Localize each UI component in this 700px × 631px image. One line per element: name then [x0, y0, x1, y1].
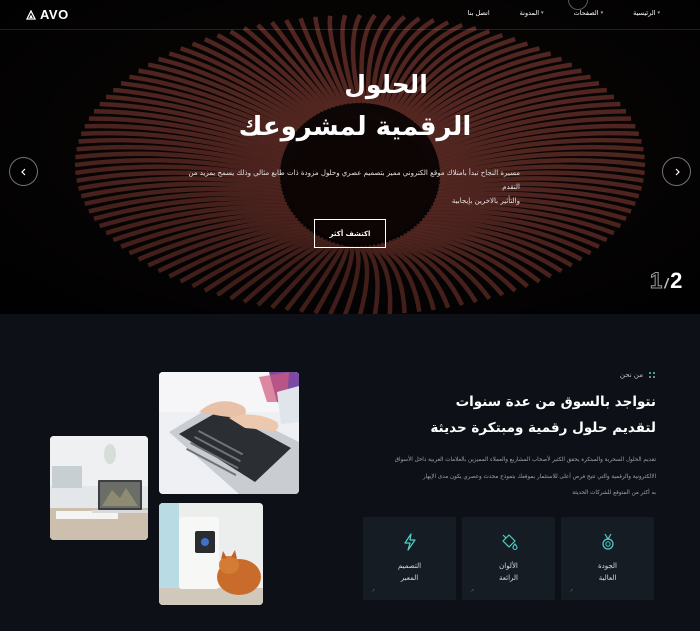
laptop-typing-photo — [159, 372, 299, 494]
slide-counter: 1 / 2 — [649, 268, 683, 294]
paint-bucket-icon — [502, 534, 518, 551]
chevron-down-icon: ▾ — [657, 10, 660, 16]
feature-label: الجودة العالية — [561, 560, 654, 584]
slide-counter-separator: / — [664, 275, 669, 291]
main-nav: الرئيسية ▾ الصفحات ▾ المدونة ▾ اتصل بنا — [468, 9, 660, 17]
nav-item-label: اتصل بنا — [467, 9, 490, 17]
chevron-down-icon: ▾ — [600, 10, 604, 16]
hero-description-line1: مسيرة النجاح تبدأ بامتلاك موقع الكتروني … — [188, 169, 520, 191]
hero-title-line1: الحلول — [344, 70, 428, 99]
hero-description-line2: والتأثير بالاخرين بإيجابية — [451, 197, 520, 205]
nav-item-contact[interactable]: اتصل بنا — [468, 9, 490, 17]
hero-title-line2: الرقمية لمشروعك — [238, 112, 472, 142]
nav-item-home[interactable]: الرئيسية ▾ — [633, 9, 660, 17]
about-description-line3: به أكثر من المتوقع للشركات الحديثة — [572, 490, 656, 496]
hero-description: مسيرة النجاح تبدأ بامتلاك موقع الكتروني … — [180, 166, 520, 208]
medal-icon — [602, 533, 614, 550]
site-header: AVO الرئيسية ▾ الصفحات ▾ المدونة ▾ اتصل … — [0, 0, 700, 30]
about-description-line1: تقديم الحلول السحرية والمبتكرة يحقق الكث… — [394, 457, 656, 463]
living-room-photo — [50, 436, 148, 540]
feature-card-colors[interactable]: الألوان الرائعة ↗ — [462, 517, 555, 600]
arrow-icon: ↗ — [470, 588, 475, 594]
arrow-icon: ↗ — [569, 588, 574, 594]
brand-logo[interactable]: AVO — [26, 7, 69, 22]
feature-label: الألوان الرائعة — [462, 560, 555, 584]
nav-item-label: الصفحات — [573, 9, 599, 17]
discover-more-button[interactable]: اكتشف أكثر — [314, 219, 386, 248]
nav-item-blog[interactable]: المدونة ▾ — [520, 9, 544, 17]
feature-card-design[interactable]: التصميم المعبر ↗ — [363, 517, 456, 600]
slider-prev-button[interactable] — [9, 157, 38, 186]
hero-sculpture-image — [0, 0, 700, 314]
slider-next-button[interactable] — [662, 157, 691, 186]
nav-item-pages[interactable]: الصفحات ▾ — [574, 9, 604, 17]
chevron-down-icon: ▾ — [541, 10, 544, 16]
about-subtitle-label: من نحن — [619, 371, 643, 379]
about-description-line2: الالكترونية والرقمية والتي تتيح فرص أعلى… — [422, 473, 656, 480]
slide-counter-current: 1 — [649, 268, 663, 294]
logo-triangle-icon — [26, 9, 36, 20]
feature-label-line2: الرائعة — [499, 574, 518, 582]
about-subtitle: من نحن — [620, 371, 656, 379]
dots-icon — [649, 371, 656, 379]
feature-label-line2: المعبر — [400, 574, 419, 582]
hero-slider: الحلول الرقمية لمشروعك مسيرة النجاح تبدأ… — [0, 0, 700, 314]
arrow-icon: ↗ — [371, 588, 376, 594]
feature-label-line1: الألوان — [499, 562, 518, 570]
chevron-right-icon — [675, 168, 680, 175]
about-section: من نحن نتواجد بالسوق من عدة سنوات لتقديم… — [0, 314, 700, 631]
feature-card-quality[interactable]: الجودة العالية ↗ — [561, 517, 654, 600]
lightning-icon — [404, 533, 416, 551]
nav-item-label: الرئيسية — [633, 9, 656, 17]
feature-label-line2: العالية — [598, 574, 617, 582]
nav-item-label: المدونة — [519, 9, 540, 17]
about-description: تقديم الحلول السحرية والمبتكرة يحقق الكث… — [360, 452, 656, 502]
about-title-line2: لتقديم حلول رقمية ومبتكرة حديثة — [430, 420, 656, 436]
brand-name: AVO — [40, 7, 69, 22]
slide-counter-total: 2 — [670, 268, 683, 293]
humidifier-cat-photo — [159, 503, 263, 605]
about-title-line1: نتواجد بالسوق من عدة سنوات — [455, 394, 656, 410]
feature-label-line1: الجودة — [598, 562, 617, 570]
feature-label-line1: التصميم — [397, 562, 422, 570]
feature-label: التصميم المعبر — [363, 560, 456, 584]
chevron-left-icon — [20, 168, 25, 175]
